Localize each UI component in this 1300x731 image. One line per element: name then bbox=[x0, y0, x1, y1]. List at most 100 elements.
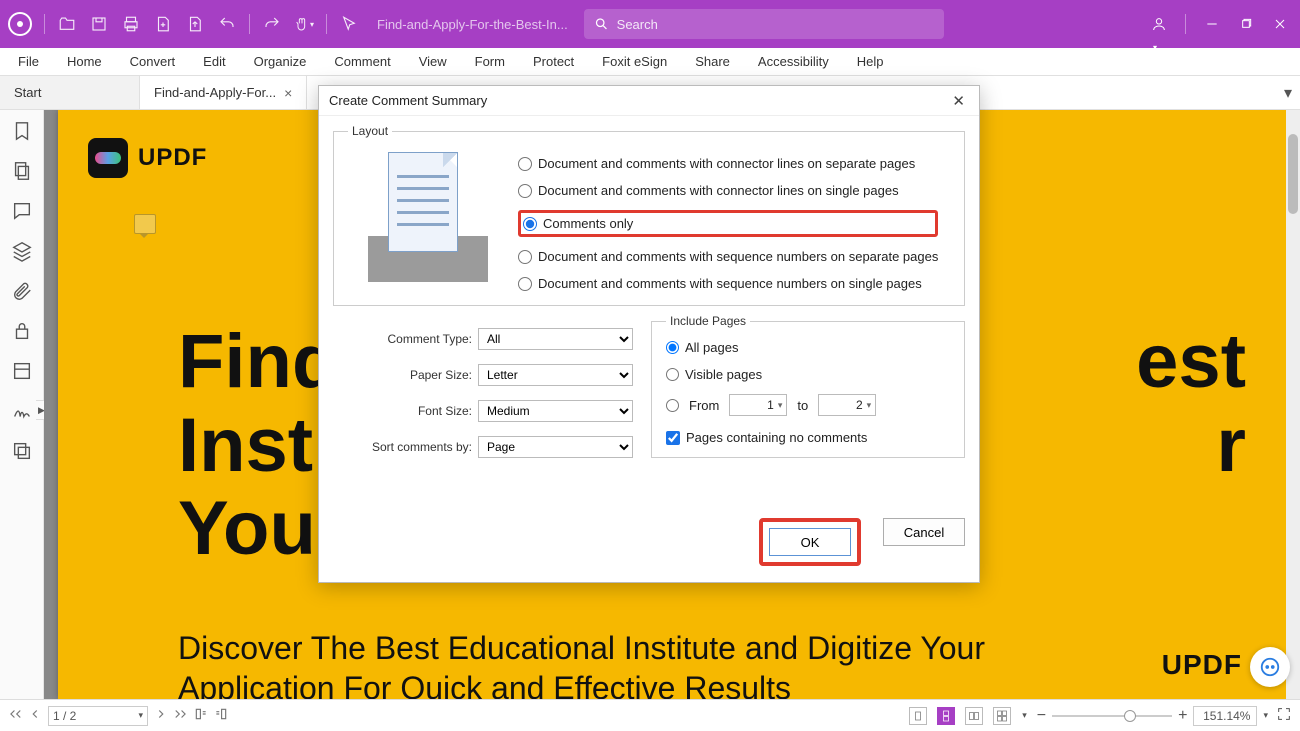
undo-icon[interactable] bbox=[217, 14, 237, 34]
view-continuous-icon[interactable] bbox=[937, 707, 955, 725]
tab-document[interactable]: Find-and-Apply-For... × bbox=[140, 76, 307, 109]
tab-start[interactable]: Start bbox=[0, 76, 140, 109]
zoom-slider[interactable] bbox=[1052, 715, 1172, 717]
menu-form[interactable]: Form bbox=[461, 50, 519, 73]
include-visible-pages[interactable]: Visible pages bbox=[666, 367, 950, 382]
page-brand: UPDF bbox=[1162, 649, 1242, 681]
search-input[interactable] bbox=[617, 17, 934, 32]
font-size-label: Font Size: bbox=[418, 404, 472, 418]
zoom-slider-knob[interactable] bbox=[1124, 710, 1136, 722]
comment-marker-icon[interactable] bbox=[134, 214, 156, 234]
view-single-icon[interactable] bbox=[909, 707, 927, 725]
include-no-comments[interactable]: Pages containing no comments bbox=[666, 430, 950, 445]
comment-options: Comment Type: All Paper Size: Letter Fon… bbox=[333, 314, 633, 458]
dialog-title: Create Comment Summary bbox=[329, 93, 487, 108]
menu-organize[interactable]: Organize bbox=[240, 50, 321, 73]
comment-type-select[interactable]: All bbox=[478, 328, 633, 350]
layout-legend: Layout bbox=[348, 124, 392, 138]
user-icon[interactable]: ▾ bbox=[1151, 16, 1167, 32]
dialog-buttons: OK Cancel bbox=[319, 478, 979, 582]
menu-accessibility[interactable]: Accessibility bbox=[744, 50, 843, 73]
view-mode-dropdown[interactable]: ▾ bbox=[1022, 710, 1027, 721]
scrollbar[interactable] bbox=[1286, 110, 1300, 699]
new-file-icon[interactable] bbox=[153, 14, 173, 34]
view-facing-icon[interactable] bbox=[965, 707, 983, 725]
menu-file[interactable]: File bbox=[4, 50, 53, 73]
menu-share[interactable]: Share bbox=[681, 50, 744, 73]
signature-icon[interactable] bbox=[11, 400, 33, 422]
fields-icon[interactable] bbox=[11, 360, 33, 382]
search-box[interactable] bbox=[584, 9, 944, 39]
zoom-out-icon[interactable]: − bbox=[1037, 707, 1046, 725]
font-size-select[interactable]: Medium bbox=[478, 400, 633, 422]
cancel-button[interactable]: Cancel bbox=[883, 518, 965, 546]
menu-comment[interactable]: Comment bbox=[320, 50, 404, 73]
sort-select[interactable]: Page bbox=[478, 436, 633, 458]
first-page-icon[interactable] bbox=[8, 707, 22, 724]
menu-edit[interactable]: Edit bbox=[189, 50, 239, 73]
layout-option-2-highlight: Comments only bbox=[518, 210, 938, 237]
reflow-icon-2[interactable] bbox=[214, 707, 228, 724]
left-rail: ▶ bbox=[0, 110, 44, 699]
last-page-icon[interactable] bbox=[174, 707, 188, 724]
layout-option-3[interactable]: Document and comments with sequence numb… bbox=[518, 249, 938, 264]
zoom-controls: − + 151.14% ▾ bbox=[1037, 706, 1268, 726]
include-pages-fieldset: Include Pages All pages Visible pages Fr… bbox=[651, 314, 965, 458]
dialog-close-icon[interactable]: ✕ bbox=[948, 92, 969, 110]
prev-page-icon[interactable] bbox=[28, 707, 42, 724]
app-logo bbox=[8, 12, 32, 36]
layout-option-0[interactable]: Document and comments with connector lin… bbox=[518, 156, 938, 171]
view-facing-cont-icon[interactable] bbox=[993, 707, 1011, 725]
select-icon[interactable] bbox=[339, 14, 359, 34]
zoom-value[interactable]: 151.14% bbox=[1193, 706, 1257, 726]
zoom-dropdown[interactable]: ▾ bbox=[1263, 710, 1268, 721]
layout-option-4October[interactable]: Document and comments with sequence numb… bbox=[518, 276, 938, 291]
tab-close-icon[interactable]: × bbox=[284, 85, 292, 101]
page-subheading: Discover The Best Educational Institute … bbox=[178, 628, 1078, 699]
print-icon[interactable] bbox=[121, 14, 141, 34]
layout-options: Document and comments with connector lin… bbox=[518, 152, 938, 291]
menu-home[interactable]: Home bbox=[53, 50, 116, 73]
menu-esign[interactable]: Foxit eSign bbox=[588, 50, 681, 73]
minimize-icon[interactable] bbox=[1204, 16, 1220, 32]
comments-icon[interactable] bbox=[11, 200, 33, 222]
duplicate-icon[interactable] bbox=[11, 440, 33, 462]
include-all-pages[interactable]: All pages bbox=[666, 340, 950, 355]
scrollbar-thumb[interactable] bbox=[1288, 134, 1298, 214]
menu-convert[interactable]: Convert bbox=[116, 50, 190, 73]
export-file-icon[interactable] bbox=[185, 14, 205, 34]
menu-protect[interactable]: Protect bbox=[519, 50, 588, 73]
restore-icon[interactable] bbox=[1238, 16, 1254, 32]
layout-option-1[interactable]: Document and comments with connector lin… bbox=[518, 183, 938, 198]
redo-icon[interactable] bbox=[262, 14, 282, 34]
range-to-input[interactable]: 2▾ bbox=[818, 394, 876, 416]
pages-icon[interactable] bbox=[11, 160, 33, 182]
close-icon[interactable] bbox=[1272, 16, 1288, 32]
range-from-input[interactable]: 1▾ bbox=[729, 394, 787, 416]
bookmark-icon[interactable] bbox=[11, 120, 33, 142]
zoom-in-icon[interactable]: + bbox=[1178, 707, 1187, 725]
layers-icon[interactable] bbox=[11, 240, 33, 262]
hand-icon[interactable]: ▾ bbox=[294, 14, 314, 34]
include-pages-legend: Include Pages bbox=[666, 314, 750, 328]
layout-preview bbox=[348, 152, 488, 282]
paper-size-select[interactable]: Letter bbox=[478, 364, 633, 386]
attachment-icon[interactable] bbox=[11, 280, 33, 302]
menu-view[interactable]: View bbox=[405, 50, 461, 73]
open-icon[interactable] bbox=[57, 14, 77, 34]
reflow-icon-1[interactable] bbox=[194, 707, 208, 724]
tab-overflow-icon[interactable]: ▾ bbox=[1276, 76, 1300, 109]
ok-button[interactable]: OK bbox=[769, 528, 851, 556]
include-range[interactable]: From 1▾ to 2▾ bbox=[666, 394, 950, 416]
dialog-create-comment-summary: Create Comment Summary ✕ Layout Document… bbox=[318, 85, 980, 583]
fullscreen-icon[interactable] bbox=[1276, 706, 1292, 725]
save-icon[interactable] bbox=[89, 14, 109, 34]
page-number-input[interactable]: 1 / 2▾ bbox=[48, 706, 148, 726]
page-nav: 1 / 2▾ bbox=[8, 706, 228, 726]
layout-option-2[interactable]: Comments only bbox=[523, 216, 633, 231]
tab-label: Find-and-Apply-For... bbox=[154, 85, 276, 100]
menu-help[interactable]: Help bbox=[843, 50, 898, 73]
next-page-icon[interactable] bbox=[154, 707, 168, 724]
assistant-icon[interactable] bbox=[1250, 647, 1290, 687]
security-icon[interactable] bbox=[11, 320, 33, 342]
